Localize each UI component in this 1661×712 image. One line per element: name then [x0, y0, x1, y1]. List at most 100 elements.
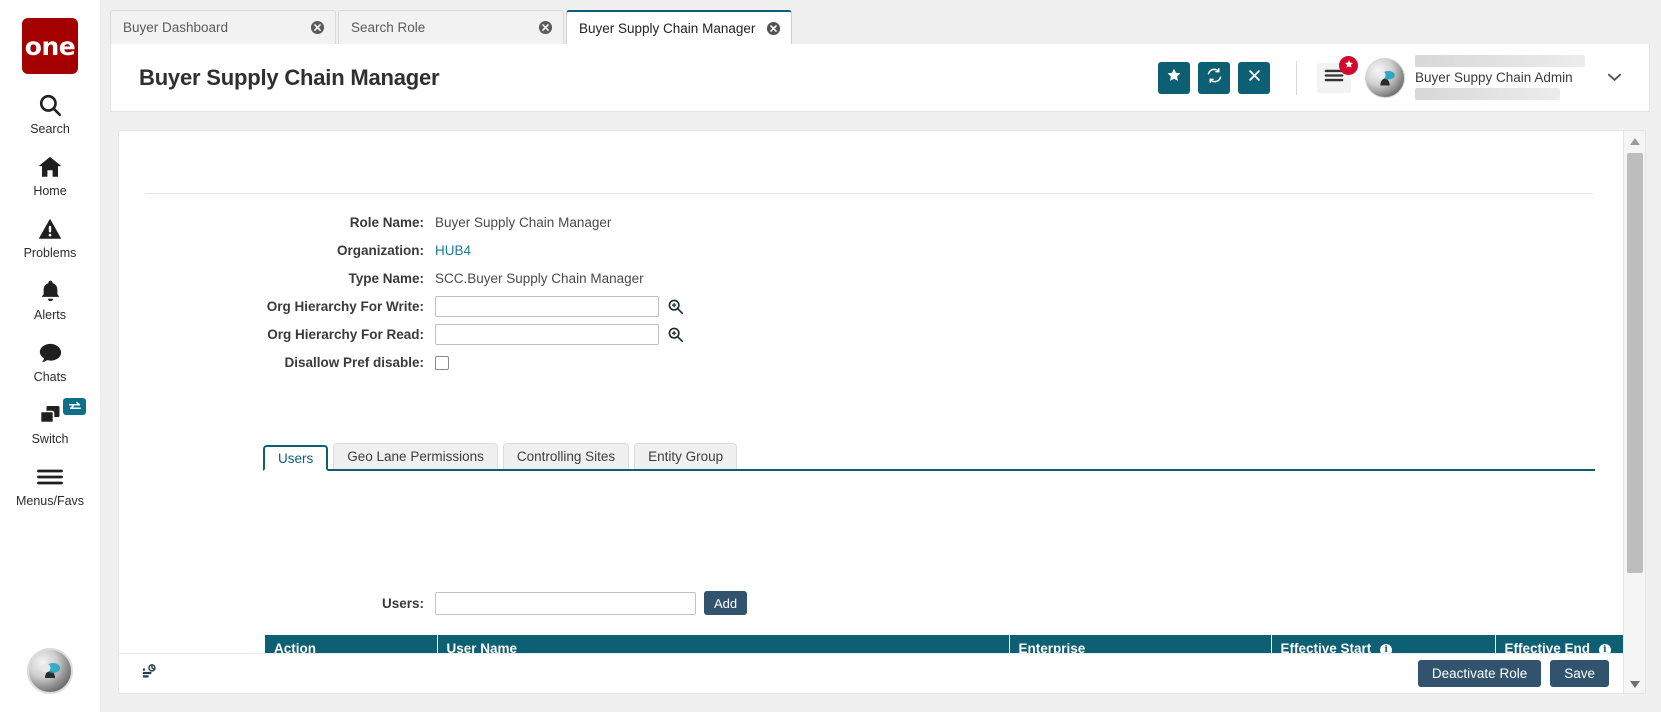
close-icon[interactable] [310, 20, 325, 35]
tab-users[interactable]: Users [263, 445, 329, 471]
user-info: Buyer Suppy Chain Admin [1415, 55, 1585, 100]
org-hierarchy-write-input[interactable] [435, 296, 659, 317]
tab-label: Entity Group [648, 449, 724, 464]
org-hierarchy-read-input[interactable] [435, 324, 659, 345]
column-label: Effective Start [1280, 641, 1372, 653]
avatar[interactable] [27, 648, 73, 694]
info-icon[interactable]: i [1380, 644, 1393, 653]
refresh-button[interactable] [1198, 61, 1230, 94]
column-label: Effective End [1504, 641, 1591, 653]
sidebar-item-problems[interactable]: Problems [0, 214, 100, 260]
users-input[interactable] [435, 591, 696, 615]
logo-text: one [24, 31, 76, 61]
form-row-org-hierarchy-write: Org Hierarchy For Write: [119, 293, 1623, 320]
page-header: Buyer Supply Chain Manager Buyer Suppy C… [110, 44, 1650, 112]
close-icon[interactable] [538, 20, 553, 35]
column-label: Action [274, 641, 316, 653]
chevron-down-icon [1607, 69, 1622, 87]
field-label: Organization: [337, 243, 424, 258]
users-table: Action User Name Enterprise Effective St… [265, 635, 1623, 653]
switch-arrows-icon[interactable] [63, 398, 86, 415]
content-scroll-area: Role Name: Buyer Supply Chain Manager Or… [119, 131, 1623, 653]
field-label: Org Hierarchy For Write: [266, 299, 424, 314]
form-row-disallow-pref-disable: Disallow Pref disable: [119, 349, 1623, 376]
windows-icon [37, 400, 64, 430]
bell-icon [38, 276, 63, 306]
tab-buyer-supply-chain-manager[interactable]: Buyer Supply Chain Manager [566, 10, 792, 44]
one-network-logo[interactable]: one [22, 18, 78, 74]
vertical-scrollbar[interactable] [1623, 131, 1645, 693]
close-icon[interactable] [766, 21, 781, 36]
tab-strip: Buyer Dashboard Search Role Buyer Supply… [110, 10, 1650, 44]
sidebar-item-label: Home [33, 184, 67, 198]
app-root: one Search Home Problems Alerts Chats Sw… [0, 0, 1661, 712]
section-divider [145, 193, 1593, 194]
users-field-label: Users: [381, 595, 424, 611]
sidebar-item-menus-favs[interactable]: Menus/Favs [0, 462, 100, 508]
section-tabs: Users Geo Lane Permissions Controlling S… [263, 443, 1595, 471]
sidebar-item-label: Switch [31, 432, 69, 446]
user-menu-button[interactable] [1597, 61, 1631, 95]
star-icon [1344, 56, 1354, 74]
field-label: Role Name: [349, 215, 424, 230]
tab-geo-lane-permissions[interactable]: Geo Lane Permissions [333, 443, 498, 469]
disallow-pref-disable-checkbox[interactable] [435, 355, 449, 370]
left-nav-rail: one Search Home Problems Alerts Chats Sw… [0, 0, 100, 712]
sidebar-item-switch[interactable]: Switch [0, 398, 100, 446]
header-actions: Buyer Suppy Chain Admin [1150, 55, 1649, 100]
magnifier-icon[interactable] [667, 326, 684, 343]
redacted-bar-top [1415, 55, 1585, 67]
info-icon[interactable]: i [1598, 644, 1611, 653]
scrollbar-thumb[interactable] [1627, 153, 1643, 573]
tab-controlling-sites[interactable]: Controlling Sites [502, 443, 630, 469]
notification-badge [1339, 55, 1358, 75]
deactivate-role-button[interactable]: Deactivate Role [1417, 660, 1542, 687]
add-user-button[interactable]: Add [704, 591, 748, 615]
field-label: Disallow Pref disable: [284, 355, 424, 370]
favorite-button[interactable] [1158, 61, 1190, 94]
report-icon[interactable] [141, 663, 158, 685]
tab-entity-group[interactable]: Entity Group [634, 443, 738, 469]
sidebar-item-label: Problems [23, 246, 77, 260]
warning-icon [37, 214, 63, 244]
form-row-organization: Organization: HUB4 [119, 237, 1623, 264]
field-label: Type Name: [348, 271, 424, 286]
search-icon [37, 90, 63, 120]
form-row-role-name: Role Name: Buyer Supply Chain Manager [119, 209, 1623, 236]
tab-label: Geo Lane Permissions [347, 449, 484, 464]
column-enterprise[interactable]: Enterprise [1009, 635, 1272, 653]
sidebar-item-alerts[interactable]: Alerts [0, 276, 100, 322]
content-panel: Role Name: Buyer Supply Chain Manager Or… [118, 130, 1646, 694]
app-menu-button[interactable] [1317, 55, 1358, 93]
header-divider [1296, 60, 1297, 95]
close-button[interactable] [1238, 61, 1270, 94]
organization-link[interactable]: HUB4 [435, 243, 471, 258]
column-label: User Name [446, 641, 518, 653]
column-user-name[interactable]: User Name [437, 635, 1010, 653]
form-row-org-hierarchy-read: Org Hierarchy For Read: [119, 321, 1623, 348]
column-action[interactable]: Action [265, 635, 438, 653]
avatar[interactable] [1365, 57, 1405, 98]
tab-search-role[interactable]: Search Role [338, 10, 564, 44]
field-label: Org Hierarchy For Read: [267, 327, 424, 342]
x-icon [1247, 68, 1262, 88]
magnifier-icon[interactable] [667, 298, 684, 315]
save-button[interactable]: Save [1550, 660, 1609, 687]
tab-label: Controlling Sites [516, 449, 616, 464]
chat-icon [37, 338, 64, 368]
column-effective-end[interactable]: Effective End i [1495, 635, 1623, 653]
column-effective-start[interactable]: Effective Start i [1271, 635, 1496, 653]
add-user-row: Users: Add [119, 591, 1623, 615]
home-icon [36, 152, 64, 182]
scroll-up-button[interactable] [1624, 131, 1646, 150]
scroll-down-button[interactable] [1624, 674, 1646, 693]
star-icon [1166, 67, 1182, 88]
tab-label: Buyer Supply Chain Manager [579, 20, 756, 36]
sidebar-item-chats[interactable]: Chats [0, 338, 100, 384]
column-label: Enterprise [1018, 641, 1086, 653]
user-role-label: Buyer Suppy Chain Admin [1415, 70, 1573, 85]
type-name-value: SCC.Buyer Supply Chain Manager [435, 271, 644, 286]
sidebar-item-home[interactable]: Home [0, 152, 100, 198]
tab-buyer-dashboard[interactable]: Buyer Dashboard [110, 10, 336, 44]
sidebar-item-search[interactable]: Search [0, 90, 100, 136]
